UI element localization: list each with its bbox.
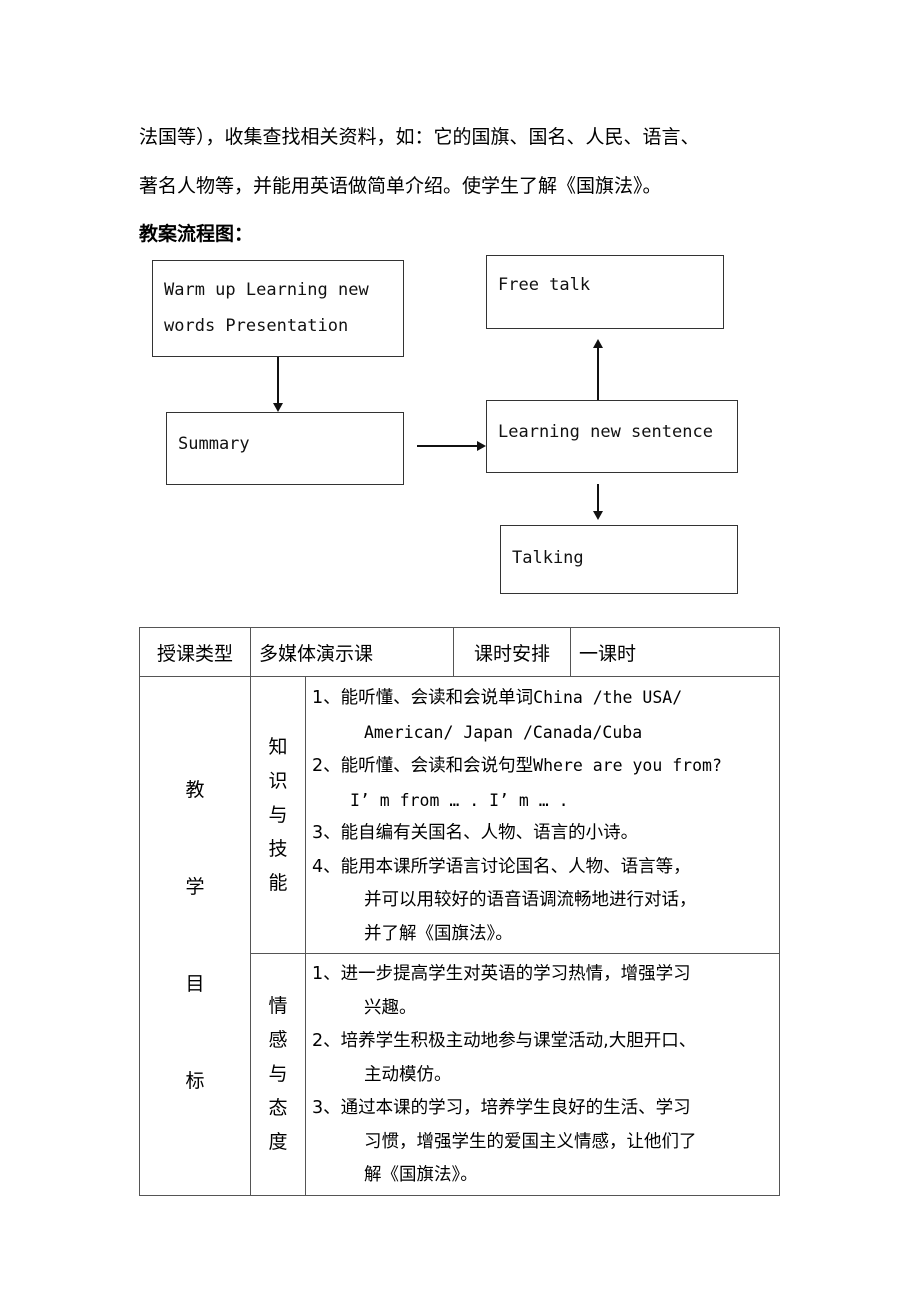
item-continuation: 解《国旗法》。 (364, 1165, 478, 1185)
item-continuation: 主动模仿。 (364, 1064, 452, 1085)
emotion-item-1: 1、进一步提高学生对英语的学习热情，增强学习 兴趣。 (312, 958, 779, 1025)
lesson-plan-table: 授课类型 多媒体演示课 课时安排 一课时 教 学 目 标 知 识 与 技 能 1… (139, 627, 781, 1196)
label-char: 知 (268, 736, 288, 758)
item-continuation: I’ m from … . I’ m … . (350, 790, 569, 810)
knowledge-item-4: 4、能用本课所学语言讨论国名、人物、语言等， 并可以用较好的语音语调流畅地进行对… (312, 851, 779, 952)
item-continuation: 并了解《国旗法》。 (364, 923, 513, 944)
item-text: 4、能用本课所学语言讨论国名、人物、语言等， (312, 856, 691, 877)
objectives-char: 学 (185, 875, 205, 898)
flow-node-summary-label: Summary (178, 434, 250, 454)
knowledge-items: 1、能听懂、会读和会说单词China /the USA/ American/ J… (304, 676, 781, 954)
flow-node-summary: Summary (166, 412, 404, 485)
label-char: 能 (268, 872, 288, 894)
emotion-item-3: 3、通过本课的学习，培养学生良好的生活、学习 习惯，增强学生的爱国主义情感，让他… (312, 1092, 779, 1193)
flow-node-learning-sentence: Learning new sentence (486, 400, 738, 473)
label-char: 与 (268, 804, 288, 826)
label-char: 感 (268, 1029, 288, 1052)
arrow-learning-to-free-talk (593, 339, 603, 400)
flow-node-free-talk: Free talk (486, 255, 724, 329)
table-header-row: 授课类型 多媒体演示课 课时安排 一课时 (139, 627, 781, 677)
objectives-label: 教 学 目 标 (139, 676, 251, 1196)
label-char: 情 (268, 995, 288, 1018)
flowchart-heading: 教案流程图： (139, 223, 254, 245)
emotion-items: 1、进一步提高学生对英语的学习热情，增强学习 兴趣。 2、培养学生积极主动地参与… (304, 953, 781, 1196)
flowchart-arrows (273, 339, 603, 520)
item-text: 1、进一步提高学生对英语的学习热情，增强学习 (312, 964, 691, 984)
emotion-attitude-label: 情 感 与 态 度 (250, 953, 306, 1196)
intro-line-1: 法国等），收集查找相关资料，如：它的国旗、国名、人民、语言、 (139, 126, 700, 148)
flow-node-warmup-line2: words Presentation (164, 316, 349, 336)
emotion-item-2: 2、培养学生积极主动地参与课堂活动,大胆开口、 主动模仿。 (312, 1025, 779, 1092)
flow-node-warmup: Warm up Learning new words Presentation (152, 260, 404, 357)
schedule-value: 一课时 (570, 627, 781, 677)
objectives-char: 教 (185, 778, 205, 801)
label-char: 与 (268, 1063, 288, 1086)
flow-node-warmup-line1: Warm up Learning new (164, 280, 369, 300)
lesson-type-label: 授课类型 (139, 627, 251, 677)
intro-line-2: 著名人物等，并能用英语做简单介绍。使学生了解《国旗法》。 (139, 175, 662, 197)
item-text: 2、培养学生积极主动地参与课堂活动,大胆开口、 (312, 1031, 697, 1051)
schedule-label: 课时安排 (453, 627, 572, 677)
knowledge-row: 教 学 目 标 知 识 与 技 能 1、能听懂、会读和会说单词China /th… (139, 676, 781, 1196)
knowledge-item-3: 3、能自编有关国名、人物、语言的小诗。 (312, 817, 779, 851)
arrow-warmup-to-summary (273, 357, 283, 412)
flow-node-free-talk-label: Free talk (498, 275, 591, 295)
knowledge-item-1: 1、能听懂、会读和会说单词China /the USA/ American/ J… (312, 681, 779, 749)
item-text: 2、能听懂、会读和会说句型 (312, 756, 534, 776)
knowledge-skills-label: 知 识 与 技 能 (250, 676, 306, 954)
item-continuation: 习惯，增强学生的爱国主义情感，让他们了 (364, 1131, 697, 1152)
objectives-char: 目 (185, 972, 205, 995)
arrow-summary-to-learning (417, 441, 486, 451)
flow-node-talking-label: Talking (512, 548, 584, 568)
item-continuation: 兴趣。 (364, 997, 417, 1018)
item-text: 3、通过本课的学习，培养学生良好的生活、学习 (312, 1098, 691, 1118)
flow-node-learning-sentence-label: Learning new sentence (498, 422, 713, 442)
item-text: 1、能听懂、会读和会说单词 (312, 688, 534, 708)
item-continuation: 并可以用较好的语音语调流畅地进行对话， (364, 890, 697, 910)
knowledge-item-2: 2、能听懂、会读和会说句型Where are you from? I’ m fr… (312, 749, 779, 817)
label-char: 度 (268, 1131, 288, 1154)
item-continuation: American/ Japan /Canada/Cuba (364, 722, 643, 742)
objectives-char: 标 (185, 1069, 205, 1092)
item-text: 3、能自编有关国名、人物、语言的小诗。 (312, 823, 639, 843)
item-english: Where are you from? (533, 756, 722, 775)
label-char: 态 (268, 1097, 288, 1120)
lesson-type-value: 多媒体演示课 (249, 627, 455, 677)
flow-node-talking: Talking (500, 525, 738, 594)
label-char: 技 (268, 838, 288, 860)
item-english: China /the USA/ (533, 688, 683, 707)
label-char: 识 (268, 770, 288, 792)
arrow-learning-to-talking (593, 484, 603, 520)
